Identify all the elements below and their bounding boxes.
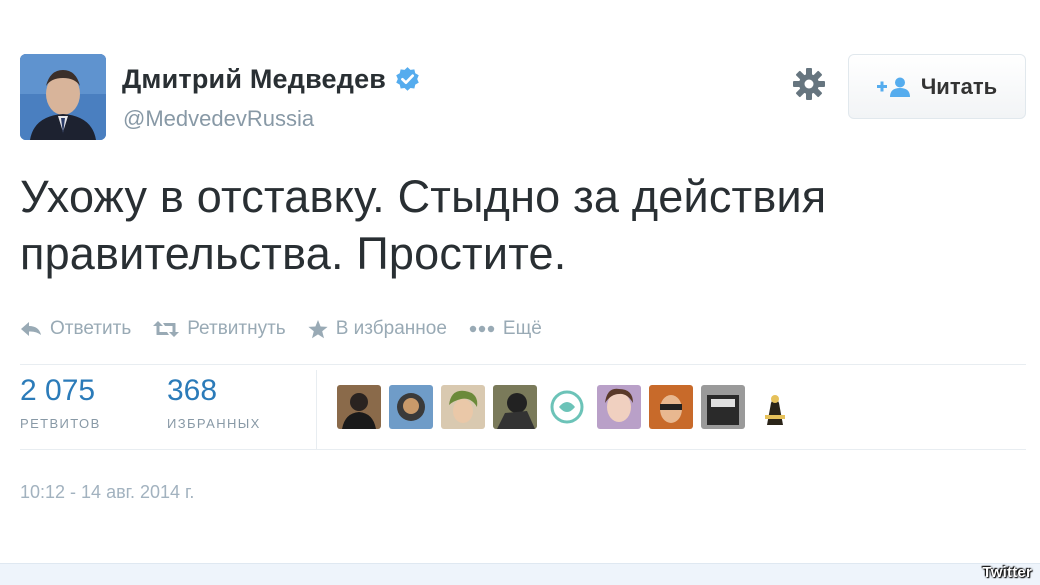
retweet-button[interactable]: Ретвитнуть <box>153 318 286 340</box>
favoriter-avatar[interactable] <box>753 385 797 429</box>
verified-badge-icon <box>396 67 419 91</box>
star-icon <box>308 319 328 338</box>
favoriter-avatar[interactable] <box>337 385 381 429</box>
favorites-count: 368 <box>167 374 218 407</box>
user-avatar[interactable] <box>20 54 106 140</box>
favorite-button[interactable]: В избранное <box>308 318 447 340</box>
favoriter-avatar[interactable] <box>493 385 537 429</box>
tweet-card: Дмитрий Медведев @MedvedevRussia Читать <box>0 0 1040 563</box>
reply-button[interactable]: Ответить <box>20 318 131 340</box>
retweets-label: РЕТВИТОВ <box>20 416 101 431</box>
favoriter-avatar[interactable] <box>389 385 433 429</box>
favoriter-avatar[interactable] <box>597 385 641 429</box>
favorite-label: В избранное <box>335 318 447 339</box>
footer-strip <box>0 563 1040 585</box>
follow-button[interactable]: Читать <box>848 54 1026 119</box>
tweet-actions: Ответить Ретвитнуть В избранное Ещё <box>20 318 564 340</box>
follow-button-label: Читать <box>920 73 998 99</box>
follow-user-icon <box>876 77 910 97</box>
favorites-stat[interactable]: 368 ИЗБРАННЫХ <box>167 374 261 431</box>
retweets-count: 2 075 <box>20 374 96 407</box>
source-watermark: Twitter <box>982 564 1032 581</box>
more-label: Ещё <box>502 318 542 339</box>
favorites-label: ИЗБРАННЫХ <box>167 416 261 431</box>
favoriter-avatar[interactable] <box>441 385 485 429</box>
tweet-text: Ухожу в отставку. Стыдно за действия пра… <box>20 168 1020 282</box>
retweet-icon <box>153 321 180 337</box>
stats-top-divider <box>20 364 1026 365</box>
favoriters-avatars <box>337 385 805 429</box>
stats-bottom-divider <box>20 449 1026 450</box>
tweet-timestamp[interactable]: 10:12 - 14 авг. 2014 г. <box>20 482 194 503</box>
more-dots-icon <box>469 325 495 333</box>
stats-vertical-divider <box>316 370 317 450</box>
reply-label: Ответить <box>50 318 132 339</box>
user-handle[interactable]: @MedvedevRussia <box>123 106 314 132</box>
favoriter-avatar[interactable] <box>649 385 693 429</box>
favoriter-avatar[interactable] <box>701 385 745 429</box>
user-name-row: Дмитрий Медведев <box>122 64 421 95</box>
user-name[interactable]: Дмитрий Медведев <box>122 64 386 95</box>
tweet-text-line-1: Ухожу в отставку. Стыдно за действия <box>20 171 827 222</box>
favoriter-avatar[interactable] <box>545 385 589 429</box>
reply-icon <box>21 322 41 336</box>
retweets-stat[interactable]: 2 075 РЕТВИТОВ <box>20 374 101 431</box>
gear-icon[interactable] <box>791 66 827 102</box>
more-button[interactable]: Ещё <box>469 318 542 340</box>
retweet-label: Ретвитнуть <box>187 318 286 339</box>
tweet-text-line-2: правительства. Простите. <box>20 228 567 279</box>
